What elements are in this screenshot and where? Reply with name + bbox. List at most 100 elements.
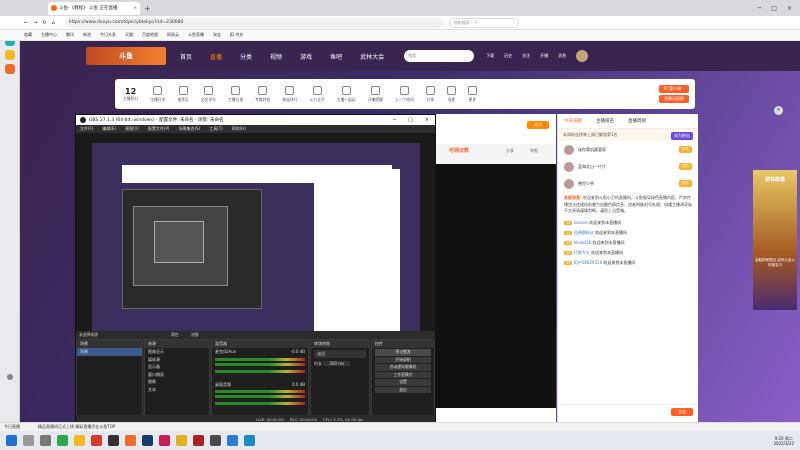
obs-preview[interactable]	[76, 133, 435, 343]
minimize-icon[interactable]: ─	[758, 5, 762, 12]
bookmark-item[interactable]: 收藏	[24, 32, 32, 38]
chrome-icon[interactable]	[91, 435, 102, 446]
game-icon[interactable]	[193, 435, 204, 446]
share-button[interactable]: 分享	[506, 148, 514, 154]
leaderboard-label[interactable]: 可领次数	[449, 147, 469, 154]
source-item[interactable]: 媒体源	[145, 356, 209, 364]
follow-button[interactable]: 关注	[527, 121, 549, 129]
video-player[interactable]	[436, 164, 556, 408]
send-button[interactable]: 发送	[671, 408, 693, 416]
toolbar-item[interactable]: 主播一起玩	[337, 85, 356, 103]
toolbar-item[interactable]: 专属特权	[255, 85, 270, 103]
bookmark-item[interactable]: JD 京东	[230, 32, 244, 38]
virtual-camera-button[interactable]: 启动虚拟摄像机	[375, 364, 431, 371]
obs-menu-edit[interactable]: 编辑(E)	[102, 126, 116, 132]
sidebar-add-icon[interactable]	[6, 374, 13, 380]
studio-mode-button[interactable]: 工作室模式	[375, 371, 431, 378]
steam-icon[interactable]	[142, 435, 153, 446]
message-icon[interactable]: 消息	[558, 53, 566, 59]
nav-home[interactable]: 首页	[180, 52, 192, 61]
source-item[interactable]: 图像显示	[145, 348, 209, 356]
source-item[interactable]: 显示器	[145, 363, 209, 371]
pc-client-button[interactable]: PC客户端	[659, 85, 689, 93]
douyu-icon[interactable]	[125, 435, 136, 446]
properties-button[interactable]: 属性	[171, 332, 179, 338]
douyu-logo[interactable]: 斗鱼	[86, 47, 166, 65]
rank-row[interactable]: 蓝海北山一片片 排名	[558, 158, 698, 175]
filters-button[interactable]: 滤镜	[191, 332, 199, 338]
stop-streaming-button[interactable]: 停止推流	[375, 349, 431, 356]
broadcast-icon[interactable]: 开播	[540, 53, 548, 59]
duration-input[interactable]: 300 ms	[323, 360, 351, 366]
refresh-icon[interactable]: ↻	[42, 20, 46, 26]
nav-yuba[interactable]: 鱼吧	[330, 52, 342, 61]
task-view-icon[interactable]	[40, 435, 51, 446]
bookmark-item[interactable]: 主播中心	[41, 32, 57, 38]
back-icon[interactable]: ←	[24, 20, 28, 26]
home-icon[interactable]: ⌂	[52, 20, 55, 26]
maximize-icon[interactable]: □	[771, 5, 777, 12]
search-icon[interactable]	[23, 435, 34, 446]
url-input[interactable]: https://www.douyu.com/topic/ybtokyo?rid=…	[63, 17, 444, 28]
obs-close-icon[interactable]: ×	[425, 117, 429, 123]
become-fan-button[interactable]: 成为粉丝	[671, 132, 693, 140]
obs-menu-view[interactable]: 视图(V)	[125, 126, 139, 132]
sidebar-star-icon[interactable]	[4, 50, 15, 60]
toolbar-item[interactable]: 火力全开	[310, 85, 325, 103]
nav-category[interactable]: 分类	[240, 52, 252, 61]
obs-minimize-icon[interactable]: ─	[393, 117, 396, 123]
tab-rank[interactable]: 主播排名	[596, 118, 614, 124]
close-window-icon[interactable]: ×	[787, 5, 792, 12]
sidebar-game-icon[interactable]	[4, 64, 15, 74]
obs-menu-file[interactable]: 文件(F)	[80, 126, 93, 132]
transition-select[interactable]: 淡出	[314, 350, 366, 358]
nav-live[interactable]: 直播	[210, 52, 222, 61]
bookmark-item[interactable]: 斗鱼直播	[188, 32, 204, 38]
toolbar-item[interactable]: 分享	[425, 85, 435, 103]
toolbar-item[interactable]: 全民学车	[201, 85, 216, 103]
room-manage-button[interactable]: 直播间管理	[659, 95, 689, 103]
bookmark-item[interactable]: 新浪	[83, 32, 91, 38]
exit-button[interactable]: 退出	[375, 386, 431, 393]
bookmark-item[interactable]: 天猫	[125, 32, 133, 38]
side-ad[interactable]	[753, 170, 797, 310]
source-item[interactable]: 文本	[145, 386, 209, 394]
new-tab-icon[interactable]: +	[144, 4, 151, 13]
browser-tab-active[interactable]: 斗鱼-《教程》 斗鱼 正在直播 ×	[48, 1, 140, 15]
nav-wulin[interactable]: 武林大会	[360, 52, 384, 61]
obs-menu-scene-collection[interactable]: 场景集合(S)	[178, 126, 200, 132]
bookmark-item[interactable]: 网易云	[167, 32, 179, 38]
history-icon[interactable]: 历史	[504, 53, 512, 59]
bookmark-item[interactable]: 百度地图	[142, 32, 158, 38]
scene-item[interactable]: 场景	[77, 348, 142, 356]
tab-today[interactable]: 今日贡献	[564, 118, 582, 124]
obs-maximize-icon[interactable]: □	[408, 117, 413, 123]
media-icon[interactable]	[159, 435, 170, 446]
douyu-search-input[interactable]: 搜索	[404, 50, 475, 62]
nav-video[interactable]: 视频	[270, 52, 282, 61]
user-avatar[interactable]	[576, 50, 589, 62]
ad-close-icon[interactable]: ×	[774, 106, 783, 115]
settings-button[interactable]: 设置	[375, 379, 431, 386]
rank-row[interactable]: 迷你窝机器管家 排名	[558, 141, 698, 158]
toolbar-item[interactable]: 主播日报	[228, 85, 243, 103]
source-item[interactable]: 窗口捕获	[145, 371, 209, 379]
nav-game[interactable]: 游戏	[300, 52, 312, 61]
notify-item[interactable]: 精品直播间正式上线 精彩直播尽在斗鱼TOP	[38, 424, 115, 430]
obs-menu-help[interactable]: 帮助(H)	[232, 126, 246, 132]
toolbar-item[interactable]: 主播开关	[150, 85, 165, 103]
volume-slider[interactable]	[215, 369, 305, 373]
folder-icon[interactable]	[74, 435, 85, 446]
music-icon[interactable]	[176, 435, 187, 446]
bookmark-item[interactable]: 淘宝	[213, 32, 221, 38]
obs-menu-tools[interactable]: 工具(T)	[209, 126, 223, 132]
toolbar-item[interactable]: 更多	[467, 85, 477, 103]
edge-icon[interactable]	[57, 435, 68, 446]
tab-close-icon[interactable]: ×	[133, 6, 137, 11]
follow-icon[interactable]: 关注	[522, 53, 530, 59]
taskbar-clock[interactable]: 9:20 周二 2022/3/22	[773, 436, 794, 446]
bookmark-item[interactable]: 今日头条	[100, 32, 116, 38]
start-recording-button[interactable]: 开始录制	[375, 356, 431, 363]
bookmark-item[interactable]: 腾讯	[66, 32, 74, 38]
download-icon[interactable]: 下载	[486, 53, 494, 59]
